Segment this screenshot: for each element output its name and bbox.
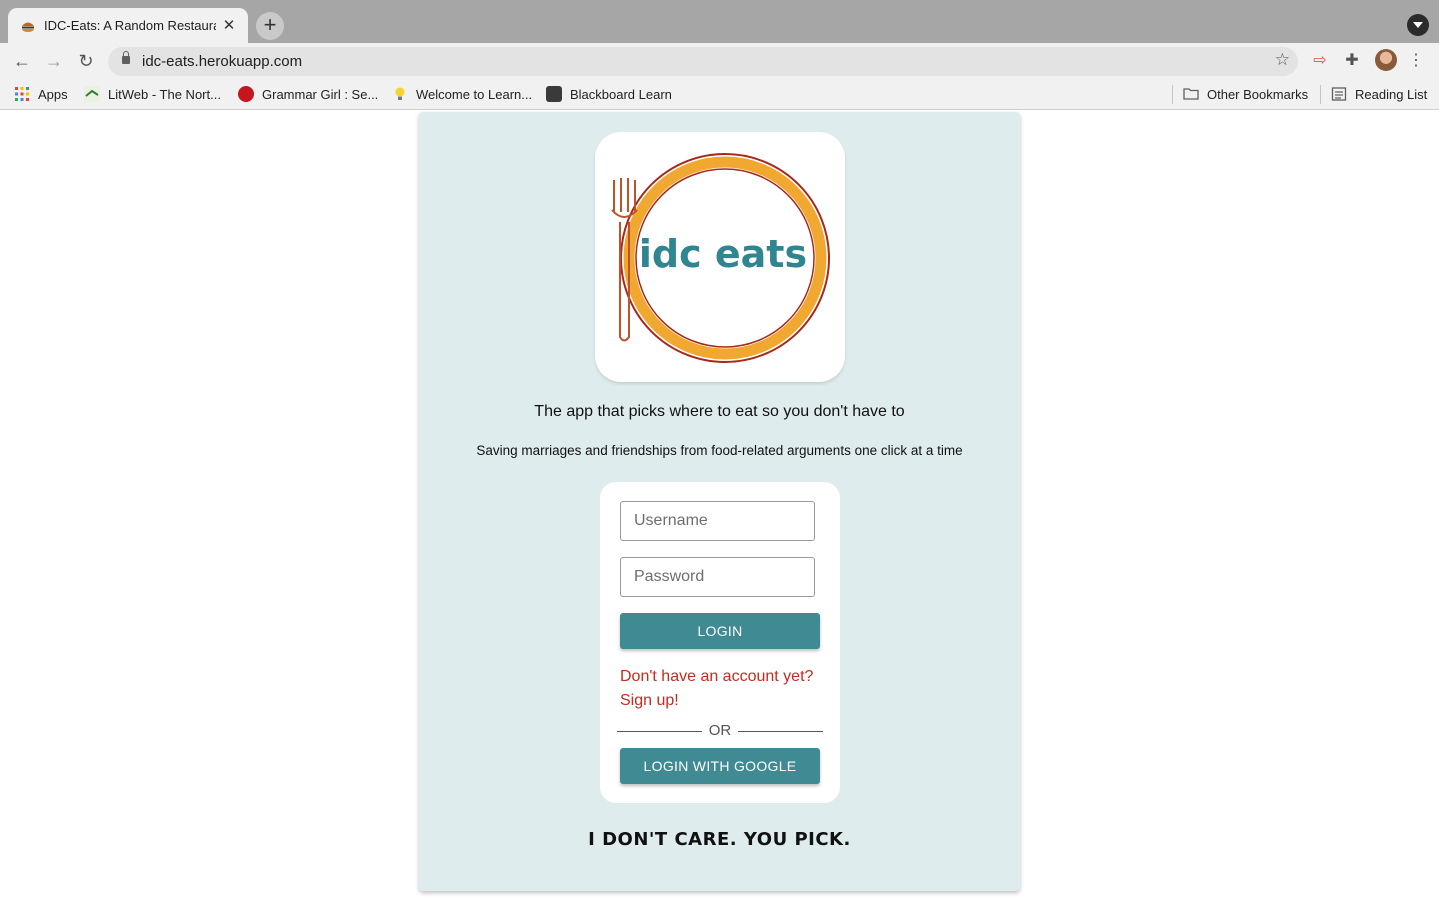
bookmarks-bar: Apps LitWeb - The Nort... Grammar Girl :… (0, 79, 1439, 110)
lock-icon (122, 51, 130, 64)
or-divider: OR (617, 722, 823, 740)
bookmark-apps[interactable]: Apps (14, 86, 68, 102)
bookmark-other[interactable]: Other Bookmarks (1183, 86, 1308, 102)
tab-strip: IDC-Eats: A Random Restaurant ✕ + (0, 0, 1439, 43)
logo-text: idc eats (639, 232, 807, 276)
sub-tagline: Saving marriages and friendships from fo… (476, 443, 963, 458)
reading-list-icon (1331, 86, 1347, 102)
idc-eats-logo: idc eats (595, 132, 845, 382)
bookmark-label: Reading List (1355, 86, 1428, 102)
new-tab-button[interactable]: + (256, 12, 284, 40)
tab-title: IDC-Eats: A Random Restaurant (44, 18, 216, 33)
browser-menu-icon[interactable]: ⋮ (1405, 50, 1427, 72)
login-button[interactable]: LOGIN (620, 613, 820, 649)
bookmark-star-icon[interactable]: ☆ (1275, 50, 1290, 70)
bookmark-label: Apps (38, 86, 68, 102)
bookmark-welcome-learn[interactable]: Welcome to Learn... (392, 86, 532, 102)
password-input[interactable] (620, 557, 815, 597)
main-card: idc eats The app that picks where to eat… (419, 112, 1020, 891)
bookmark-label: Other Bookmarks (1207, 86, 1309, 102)
plate-fork-logo-icon: idc eats (611, 153, 830, 363)
tab-search-icon[interactable] (1407, 14, 1429, 36)
grammar-girl-icon (238, 86, 254, 102)
tagline: The app that picks where to eat so you d… (534, 403, 905, 420)
burger-favicon-icon (20, 18, 36, 34)
apps-grid-icon (14, 86, 30, 102)
bookmark-blackboard[interactable]: Blackboard Learn (546, 86, 672, 102)
back-arrow-icon[interactable]: ← (9, 48, 35, 74)
blackboard-icon (546, 86, 562, 102)
address-bar[interactable]: idc-eats.herokuapp.com ☆ (108, 47, 1298, 76)
browser-toolbar: ← → ↻ idc-eats.herokuapp.com ☆ ⇨ ✚ ⋮ (0, 43, 1439, 79)
litweb-icon (84, 86, 100, 102)
url-text: idc-eats.herokuapp.com (142, 53, 303, 70)
reload-icon[interactable]: ↻ (73, 48, 99, 74)
login-with-google-button[interactable]: LOGIN WITH GOOGLE (620, 748, 820, 784)
folder-icon (1183, 86, 1199, 102)
forward-arrow-icon[interactable]: → (41, 48, 67, 74)
lightbulb-icon (392, 86, 408, 102)
profile-avatar[interactable] (1375, 49, 1397, 71)
bookmark-litweb[interactable]: LitWeb - The Nort... (84, 86, 221, 102)
slogan: I DON'T CARE. YOU PICK. (588, 829, 851, 850)
signup-link[interactable]: Don't have an account yet? Sign up! (620, 665, 825, 713)
username-input[interactable] (620, 501, 815, 541)
bookmarks-divider (1172, 85, 1173, 104)
bookmark-label: LitWeb - The Nort... (108, 86, 221, 102)
divider-line (738, 731, 823, 732)
extension-cast-icon[interactable]: ⇨ (1309, 50, 1331, 72)
bookmark-label: Grammar Girl : Se... (262, 86, 379, 102)
bookmark-grammar-girl[interactable]: Grammar Girl : Se... (238, 86, 378, 102)
close-tab-icon[interactable]: ✕ (220, 17, 238, 35)
login-panel: LOGIN Don't have an account yet? Sign up… (600, 482, 840, 803)
browser-tab-active[interactable]: IDC-Eats: A Random Restaurant ✕ (8, 8, 248, 43)
bookmark-label: Blackboard Learn (570, 86, 672, 102)
bookmarks-divider (1320, 85, 1321, 104)
extensions-puzzle-icon[interactable]: ✚ (1341, 50, 1363, 72)
bookmark-label: Welcome to Learn... (416, 86, 533, 102)
reading-list[interactable]: Reading List (1331, 86, 1427, 102)
